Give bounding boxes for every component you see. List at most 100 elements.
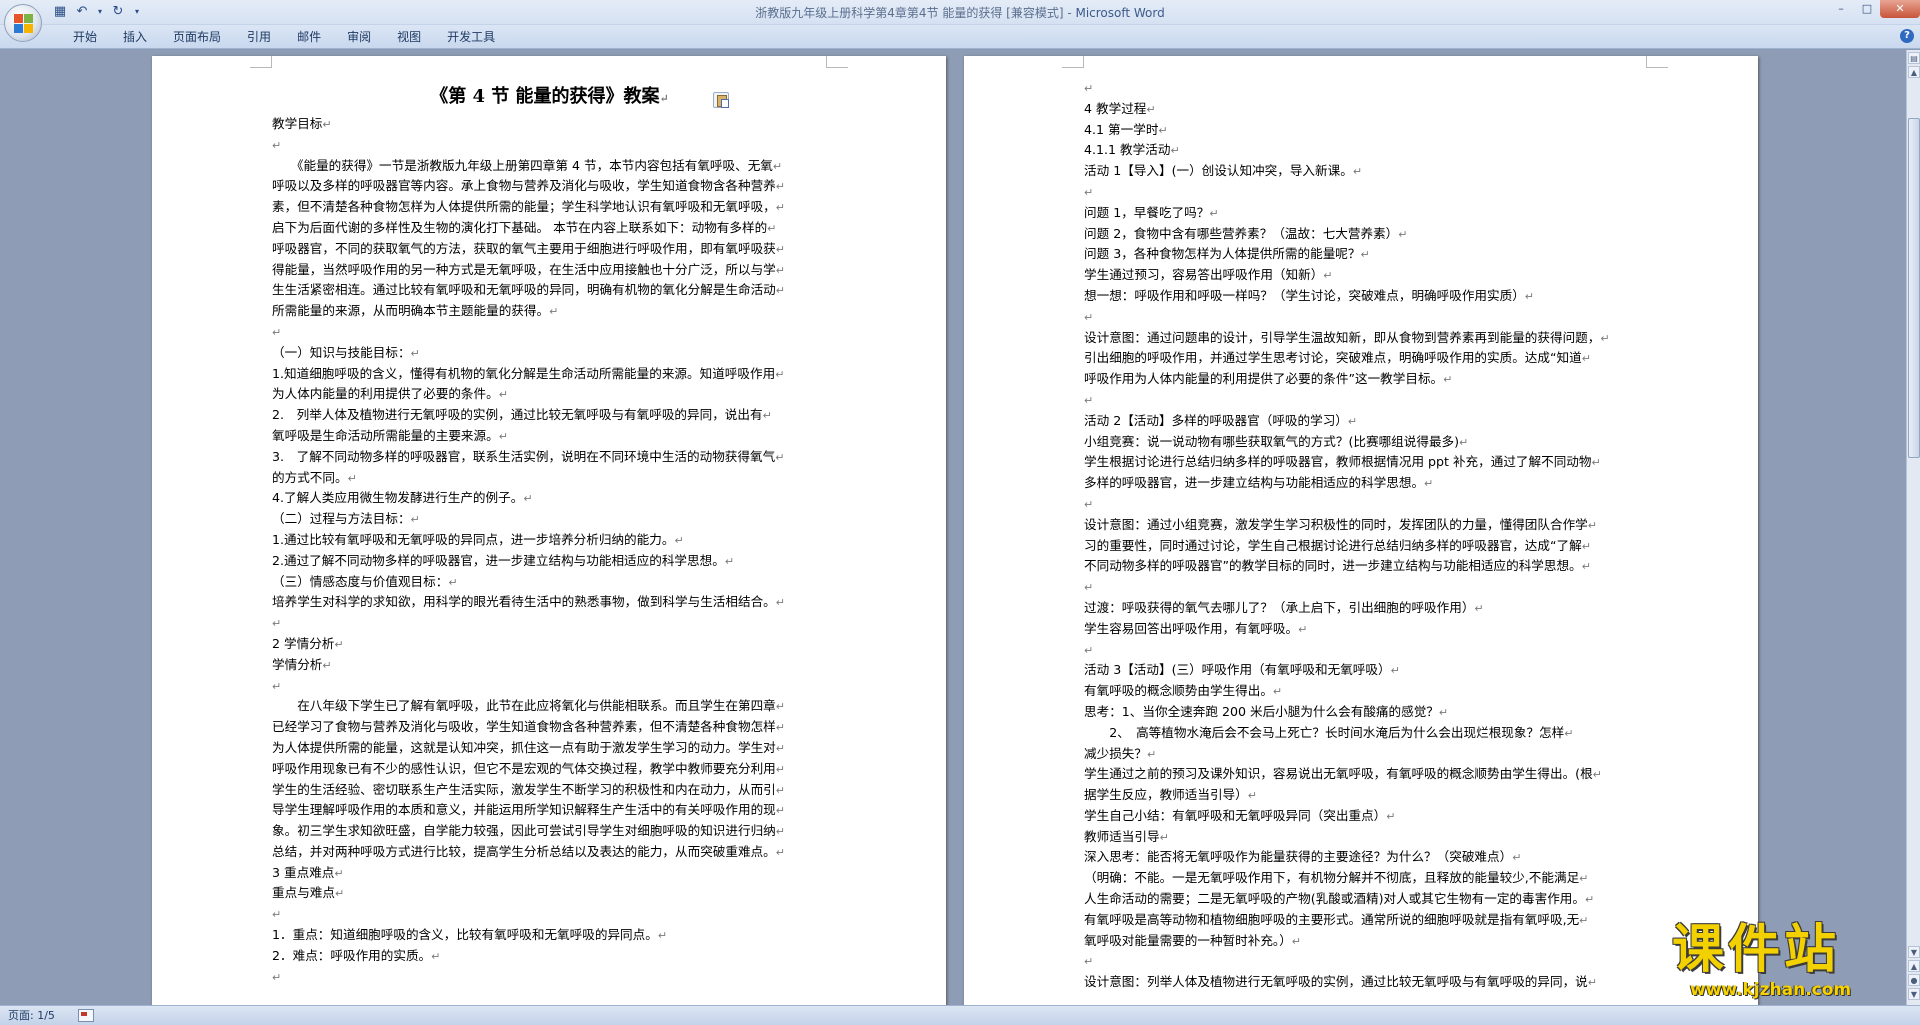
paragraph-mark-icon: ↵ — [1247, 789, 1257, 803]
text-line: 的方式不同。↵ — [272, 468, 827, 489]
tab-insert[interactable]: 插入 — [110, 29, 160, 45]
paragraph-mark-icon: ↵ — [1390, 664, 1400, 678]
paragraph-mark-icon: ↵ — [1579, 913, 1589, 927]
tab-home[interactable]: 开始 — [60, 29, 110, 45]
maximize-icon[interactable]: □ — [1854, 0, 1880, 18]
paragraph-mark-icon: ↵ — [1443, 373, 1453, 387]
paragraph-mark-icon: ↵ — [1438, 705, 1449, 719]
text-line-content: 问题 1，早餐吃了吗？ — [1084, 204, 1210, 220]
text-line: 问题 2，食物中含有哪些营养素？（温故：七大营养素）↵ — [1084, 224, 1647, 245]
tab-page-layout[interactable]: 页面布局 — [160, 29, 234, 45]
vertical-scrollbar[interactable]: ▤ ▲ ▼ ▲ ● ▼ — [1906, 50, 1920, 1005]
text-line: 教学目标↵ — [272, 114, 827, 135]
paragraph-mark-icon: ↵ — [1564, 726, 1574, 740]
text-line-content: 引出细胞的呼吸作用，并通过学生思考讨论，突破难点，明确呼吸作用的实质。达成“知道 — [1084, 350, 1582, 366]
page-1-text: 《第 4 节 能量的获得》教案↵ 教学目标↵ ↵ 《能量的获得》一节是浙教版九年级… — [272, 82, 827, 987]
proofing-status-icon[interactable] — [78, 1009, 94, 1022]
paragraph-mark-icon: ↵ — [775, 762, 785, 776]
paragraph-mark-icon: ↵ — [1084, 581, 1094, 595]
office-button[interactable] — [4, 4, 42, 42]
tab-developer[interactable]: 开发工具 — [434, 29, 508, 45]
tab-review[interactable]: 审阅 — [334, 29, 384, 45]
paragraph-mark-icon: ↵ — [775, 263, 785, 277]
text-line-content: 想一想：呼吸作用和呼吸一样吗？（学生讨论，突破难点，明确呼吸作用实质） — [1084, 287, 1525, 303]
text-line-content: 为人体提供所需的能量，这就是认知冲突，抓住这一点有助于激发学生学习的动力。学生对 — [272, 739, 776, 755]
paragraph-mark-icon: ↵ — [775, 284, 785, 298]
paragraph-mark-icon: ↵ — [272, 908, 282, 922]
text-line: 2、 高等植物水淹后会不会马上死亡？长时间水淹后为什么会出现烂根现象？怎样↵ — [1084, 723, 1647, 744]
paragraph-mark-icon: ↵ — [1084, 310, 1094, 324]
text-line-content: 1.通过比较有氧呼吸和无氧呼吸的异同点，进一步培养分析归纳的能力。 — [272, 531, 675, 547]
text-line: 教师适当引导↵ — [1084, 827, 1647, 848]
paragraph-mark-icon: ↵ — [1360, 248, 1370, 262]
next-page-icon[interactable]: ▼ — [1908, 988, 1920, 1000]
page-counter[interactable]: 页面: 1/5 — [8, 1008, 55, 1023]
tab-mailings[interactable]: 邮件 — [284, 29, 334, 45]
text-line: 生生活紧密相连。通过比较有氧呼吸和无氧呼吸的异同，明确有机物的氧化分解是生命活动… — [272, 280, 827, 301]
tab-view[interactable]: 视图 — [384, 29, 434, 45]
text-line-content: 深入思考：能否将无氧呼吸作为能量获得的主要途径？为什么？（突破难点） — [1084, 849, 1513, 865]
paragraph-mark-icon: ↵ — [1146, 747, 1157, 761]
text-line: （二）过程与方法目标：↵ — [272, 509, 827, 530]
text-line: 活动 1【导入】(一）创设认知冲突，导入新课。↵ — [1084, 161, 1647, 182]
close-icon[interactable]: ✕ — [1880, 0, 1920, 18]
margin-mark — [826, 56, 848, 68]
paragraph-mark-icon: ↵ — [1298, 622, 1308, 636]
tab-references[interactable]: 引用 — [234, 29, 284, 45]
text-line-content: 学生通过之前的预习及课外知识，容易说出无氧呼吸，有氧呼吸的概念顺势由学生得出。(… — [1084, 766, 1593, 782]
paragraph-mark-icon: ↵ — [724, 554, 735, 568]
text-line-content: 设计意图：通过问题串的设计，引导学生温故知新，即从食物到营养素再到能量的获得问题… — [1084, 329, 1601, 345]
document-heading: 《第 4 节 能量的获得》教案↵ — [430, 86, 669, 107]
ruler-toggle-icon[interactable]: ▤ — [1908, 52, 1920, 64]
scroll-down-icon[interactable]: ▼ — [1908, 946, 1920, 958]
paragraph-mark-icon: ↵ — [1600, 331, 1610, 345]
minimize-icon[interactable]: – — [1828, 0, 1854, 18]
text-line: ↵ — [1084, 640, 1647, 661]
document-page-1[interactable]: 《第 4 节 能量的获得》教案↵ 教学目标↵ ↵ 《能量的获得》一节是浙教版九年级… — [152, 56, 946, 1005]
paragraph-mark-icon: ↵ — [1084, 185, 1094, 199]
paragraph-mark-icon: ↵ — [1587, 518, 1597, 532]
paragraph-mark-icon: ↵ — [772, 159, 783, 173]
text-line-content: 生生活紧密相连。通过比较有氧呼吸和无氧呼吸的异同，明确有机物的氧化分解是生命活动 — [272, 282, 776, 298]
text-line-content: 问题 3，各种食物怎样为人体提供所需的能量呢？ — [1084, 246, 1361, 262]
paragraph-mark-icon: ↵ — [1587, 976, 1597, 990]
text-line: 人生命活动的需要；二是无氧呼吸的产物(乳酸或酒精)对人或其它生物有一定的毒害作用… — [1084, 889, 1647, 910]
paragraph-mark-icon: ↵ — [1581, 539, 1591, 553]
text-line: （一）知识与技能目标：↵ — [272, 343, 827, 364]
paragraph-mark-icon: ↵ — [549, 305, 559, 319]
text-line-content: 活动 3【活动】(三）呼吸作用（有氧呼吸和无氧呼吸） — [1084, 662, 1391, 678]
text-line-content: 学生的生活经验、密切联系生产生活实际，激发学生不断学习的积极性和内在动力，从而引 — [272, 781, 776, 797]
paragraph-mark-icon: ↵ — [1352, 165, 1363, 179]
text-line-content: 活动 2【活动】多样的呼吸器官（呼吸的学习） — [1084, 412, 1348, 428]
paragraph-mark-icon: ↵ — [1084, 643, 1094, 657]
paragraph-mark-icon: ↵ — [775, 596, 785, 610]
paragraph-mark-icon: ↵ — [1386, 809, 1396, 823]
paste-options-icon[interactable] — [713, 92, 729, 108]
document-page-2[interactable]: ↵ 4 教学过程↵ 4.1 第一学时↵ 4.1.1 教学活动↵ 活动 1【导入】(一）创… — [964, 56, 1758, 1005]
text-line: 1.知道细胞呼吸的含义，懂得有机物的氧化分解是生命活动所需能量的来源。知道呼吸作… — [272, 364, 827, 385]
text-line: （三）情感态度与价值观目标：↵ — [272, 572, 827, 593]
text-line: 2. 列举人体及植物进行无氧呼吸的实例，通过比较无氧呼吸与有氧呼吸的异同，说出有… — [272, 405, 827, 426]
paragraph-mark-icon: ↵ — [498, 388, 508, 402]
browse-object-icon[interactable]: ● — [1908, 974, 1920, 986]
scrollbar-thumb[interactable] — [1908, 118, 1920, 458]
text-line: 不同动物多样的呼吸器官”的教学目标的同时，进一步建立结构与功能相适应的科学思想。… — [1084, 556, 1647, 577]
text-line: 已经学习了食物与营养及消化与吸收，学生知道食物含各种营养素，但不清楚各种食物怎样… — [272, 717, 827, 738]
text-line-content: 氧呼吸对能量需要的一种暂时补充。） — [1084, 932, 1292, 948]
help-icon[interactable]: ? — [1900, 29, 1914, 43]
text-line: 学生自己小结：有氧呼吸和无氧呼吸异同（突出重点）↵ — [1084, 806, 1647, 827]
previous-page-icon[interactable]: ▲ — [1908, 960, 1920, 972]
text-line-content: 人生命活动的需要；二是无氧呼吸的产物(乳酸或酒精)对人或其它生物有一定的毒害作用… — [1084, 891, 1585, 907]
paragraph-mark-icon: ↵ — [775, 450, 785, 464]
text-line-content: 4.了解人类应用微生物发酵进行生产的例子。 — [272, 490, 524, 506]
paragraph-mark-icon: ↵ — [775, 741, 785, 755]
kjzhan-watermark-logo: 课件站 www.kjzhan.com — [1672, 920, 1902, 1005]
paragraph-mark-icon: ↵ — [1579, 872, 1589, 886]
text-line-content: 3 重点难点 — [272, 864, 335, 880]
text-line-content: 1．重点：知道细胞呼吸的含义，比较有氧呼吸和无氧呼吸的异同点。 — [272, 927, 658, 943]
window-title: 浙教版九年级上册科学第4章第4节 能量的获得 [兼容模式] - Microsof… — [0, 4, 1920, 21]
text-line: 学情分析↵ — [272, 655, 827, 676]
text-line: 学生根据讨论进行总结归纳多样的呼吸器官，教师根据情况用 ppt 补充，通过了解不… — [1084, 452, 1647, 473]
window-controls: – □ ✕ — [1828, 0, 1920, 18]
scroll-up-icon[interactable]: ▲ — [1908, 66, 1920, 78]
